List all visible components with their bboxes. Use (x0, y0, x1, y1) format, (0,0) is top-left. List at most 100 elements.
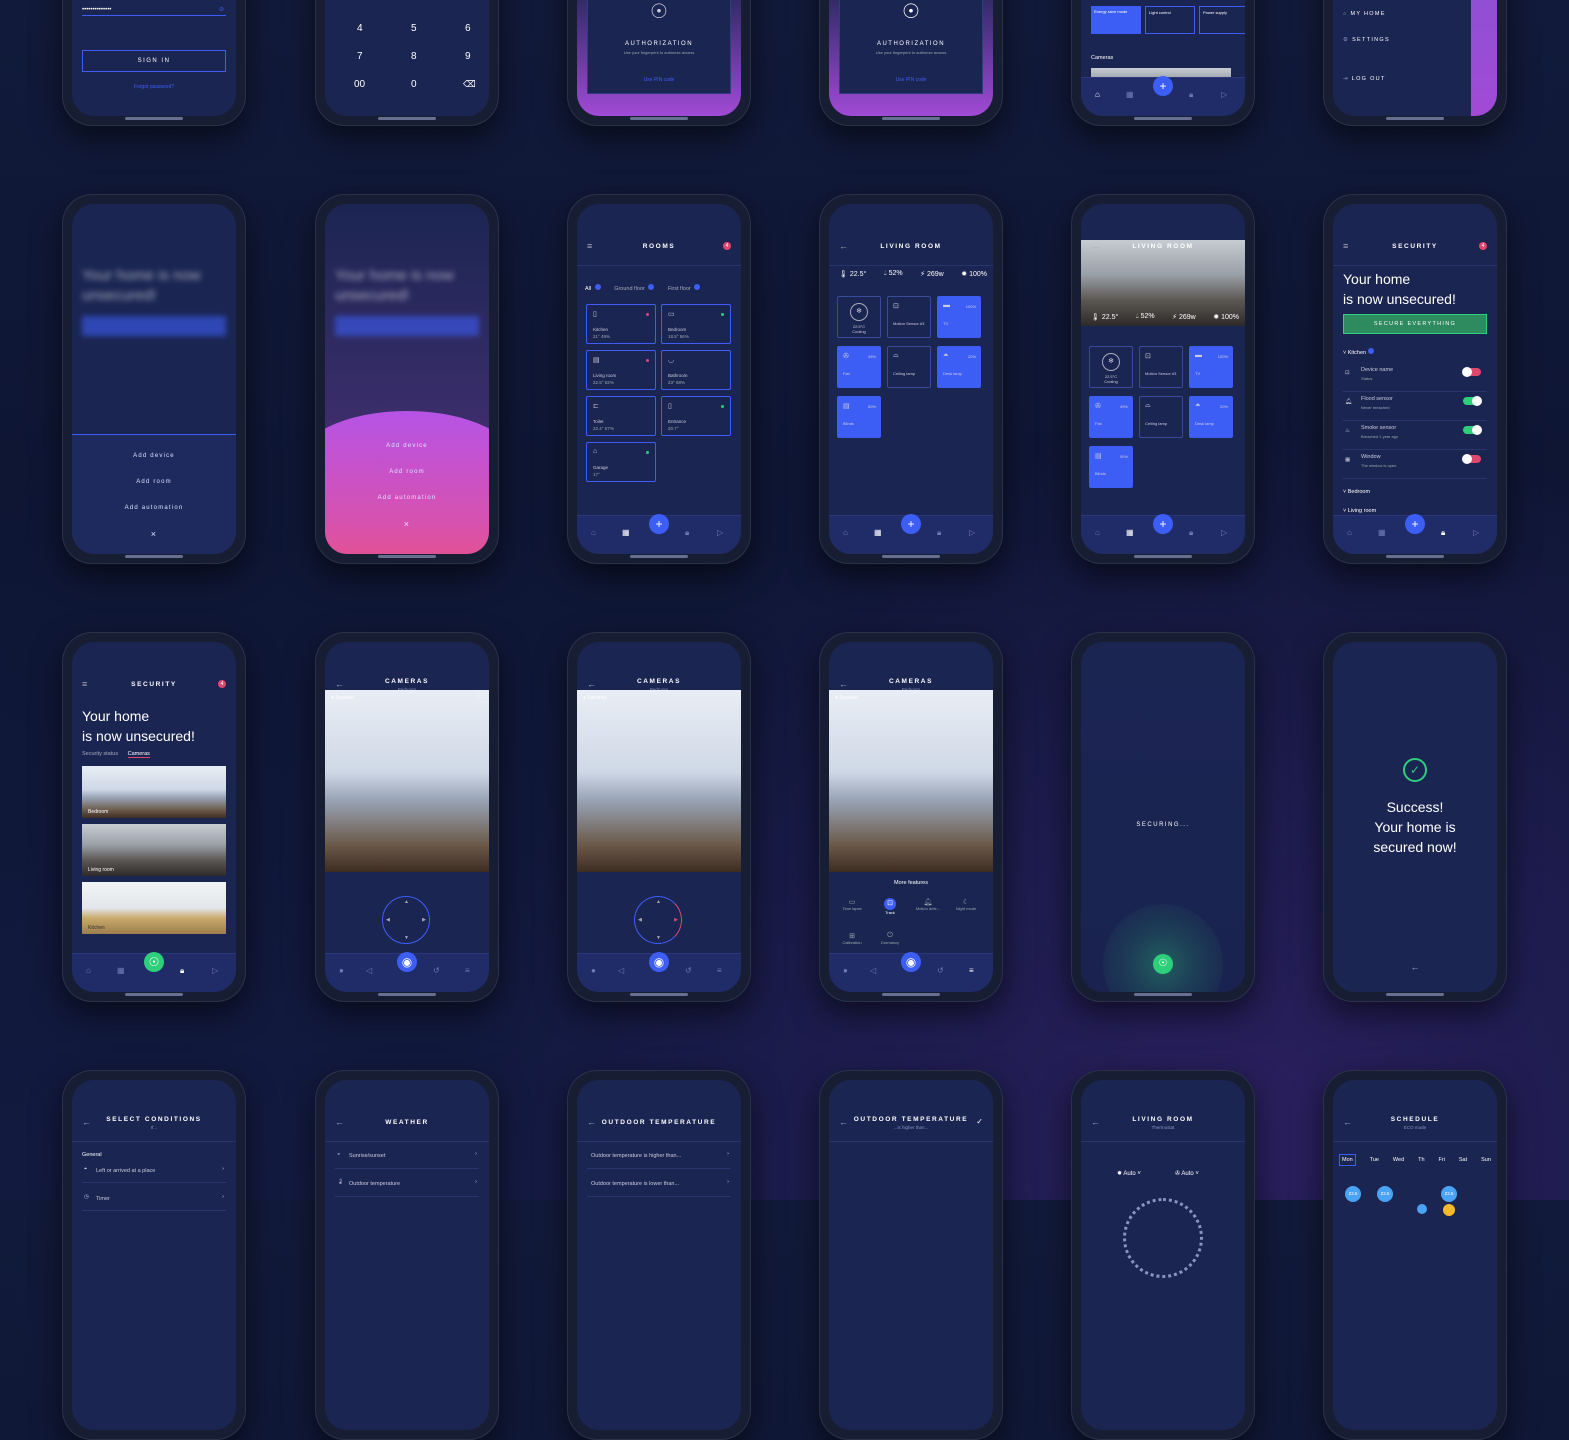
up-arrow-icon[interactable]: ▲ (656, 899, 661, 905)
mic-icon[interactable]: ● (843, 966, 848, 975)
notification-badge[interactable]: 4 (218, 680, 226, 688)
group-living-room[interactable]: ˅ Living room (1343, 508, 1376, 514)
camera-feed[interactable]: ● Secured (829, 690, 993, 872)
drawer-item-my-home[interactable]: ⌂ MY HOME (1343, 11, 1386, 17)
home-icon[interactable]: ⌂ (86, 966, 91, 975)
add-device-item[interactable]: Add device (325, 443, 489, 449)
key[interactable]: 7 (357, 51, 363, 62)
menu-icon[interactable]: ≡ (717, 966, 722, 975)
schedule-point[interactable] (1417, 1204, 1427, 1214)
key[interactable]: 5 (411, 23, 417, 34)
room-card-living-room[interactable]: ▤ Living room 22.5° 52% (586, 350, 656, 390)
rotate-icon[interactable]: ↺ (433, 966, 440, 975)
tab-ground-floor[interactable]: Ground floor (614, 286, 645, 292)
add-device-item[interactable]: Add device (72, 453, 236, 459)
tab-security-status[interactable]: Security status (82, 751, 118, 757)
key[interactable]: 6 (465, 23, 471, 34)
speaker-icon[interactable]: ◁ (870, 966, 876, 975)
close-icon[interactable]: × (72, 529, 236, 539)
group-kitchen[interactable]: ˅ Kitchen (1343, 348, 1374, 356)
drawer-item-settings[interactable]: ⚙ SETTINGS (1343, 37, 1390, 43)
feature-track[interactable]: ⊡ Track (875, 898, 905, 915)
day-thu[interactable]: Th (1418, 1154, 1424, 1166)
fan-select[interactable]: ✇ Auto ˅ (1175, 1170, 1199, 1177)
add-button[interactable]: + (901, 514, 921, 534)
left-arrow-icon[interactable]: ◀ (386, 917, 390, 923)
mic-icon[interactable]: ● (591, 966, 596, 975)
play-icon[interactable]: ▷ (717, 528, 723, 537)
device-tile-fan[interactable]: ✇ 49% Fan (837, 346, 881, 388)
feature-calibration[interactable]: ⊞ Calibration (837, 932, 867, 945)
camera-feed[interactable]: ● Secured (577, 690, 741, 872)
right-arrow-icon[interactable]: ▶ (674, 917, 678, 923)
add-room-item[interactable]: Add room (325, 469, 489, 475)
device-tile-tv[interactable]: ▬ 100% TV (1189, 346, 1233, 388)
camera-feed[interactable]: ● Secured ⛶ (325, 690, 489, 872)
device-tile-desk-lamp[interactable]: ⏶ 20% Desk lamp (937, 346, 981, 388)
lock-icon[interactable]: 🔒︎ (685, 528, 689, 538)
speaker-icon[interactable]: ◁ (618, 966, 624, 975)
group-bedroom[interactable]: ˅ Bedroom (1343, 489, 1370, 495)
use-pin-link[interactable]: Use PIN code (588, 77, 730, 83)
device-tile-motion[interactable]: ⊡ Motion Sensor #3 (887, 296, 931, 338)
add-button[interactable]: + (1405, 514, 1425, 534)
fingerprint-button[interactable]: ☉ (144, 952, 164, 972)
key[interactable]: 9 (465, 51, 471, 62)
toggle-switch[interactable] (1462, 454, 1481, 464)
use-pin-link[interactable]: Use PIN code (840, 77, 982, 83)
add-button[interactable]: + (1153, 514, 1173, 534)
key[interactable]: 0 (411, 79, 417, 90)
play-icon[interactable]: ▷ (969, 528, 975, 537)
device-tile-cooling[interactable]: ❄ 22.5°C Cooling (837, 296, 881, 338)
play-icon[interactable]: ▷ (1221, 528, 1227, 537)
lock-icon[interactable]: 🔒︎ (180, 966, 184, 976)
drawer-item-logout[interactable]: ⇥ LOG OUT (1343, 76, 1386, 82)
back-arrow-icon[interactable]: ← (1333, 962, 1497, 972)
camera-card-bedroom[interactable]: Bedroom (82, 766, 226, 818)
close-icon[interactable]: × (325, 519, 489, 529)
rooms-icon[interactable]: ▦ (1378, 528, 1386, 537)
rooms-icon[interactable]: ▦ (1126, 90, 1134, 99)
rotate-icon[interactable]: ↺ (685, 966, 692, 975)
eye-off-icon[interactable]: ⊘ (219, 6, 224, 13)
ptz-control[interactable]: ▲ ▼ ◀ ▶ (382, 896, 430, 944)
add-automation-item[interactable]: Add automation (325, 495, 489, 501)
fingerprint-icon[interactable]: ☉ (588, 0, 730, 24)
room-card-entrance[interactable]: ▯ Entrance 20.7° (661, 396, 731, 436)
ptz-control[interactable]: ▲ ▼ ◀ ▶ (634, 896, 682, 944)
home-icon[interactable]: ⌂ (1095, 90, 1100, 99)
toggle-switch[interactable] (1463, 425, 1482, 435)
fingerprint-button[interactable]: ☉ (1153, 954, 1173, 974)
thermostat-dial[interactable] (1123, 1198, 1203, 1278)
tab-first-floor[interactable]: First floor (668, 286, 691, 292)
menu-icon[interactable]: ≡ (465, 966, 470, 975)
fullscreen-icon[interactable]: ⛶ (478, 694, 483, 702)
device-tile-cooling[interactable]: ❄ 22.5°C Cooling (1089, 346, 1133, 388)
lock-icon[interactable]: 🔒︎ (1441, 528, 1445, 538)
device-tile-tv[interactable]: ▬ 100% TV (937, 296, 981, 338)
mode-card[interactable]: Energy save mode (1091, 6, 1141, 34)
room-card-bathroom[interactable]: ◡ Bathroom 23° 68% (661, 350, 731, 390)
secure-everything-button[interactable]: SECURE EVERYTHING (1343, 314, 1487, 334)
camera-card-living-room[interactable]: Living room (82, 824, 226, 876)
play-icon[interactable]: ▷ (1473, 528, 1479, 537)
rooms-icon[interactable]: ▦ (117, 966, 125, 975)
day-wed[interactable]: Wed (1393, 1154, 1404, 1166)
camera-card-kitchen[interactable]: Kitchen (82, 882, 226, 934)
forgot-password-link[interactable]: Forgot password? (72, 84, 236, 90)
device-tile-ceiling-lamp[interactable]: ⌓ Ceiling lamp (1139, 396, 1183, 438)
down-arrow-icon[interactable]: ▼ (656, 935, 661, 941)
device-tile-ceiling-lamp[interactable]: ⌓ Ceiling lamp (887, 346, 931, 388)
device-tile-blinds[interactable]: ▤ 50% Blinds (1089, 446, 1133, 488)
key[interactable]: 4 (357, 23, 363, 34)
lock-icon[interactable]: 🔒︎ (937, 528, 941, 538)
play-icon[interactable]: ▷ (1221, 90, 1227, 99)
camera-button[interactable]: ◉ (397, 952, 417, 972)
day-sun[interactable]: Sun (1481, 1154, 1491, 1166)
tab-all[interactable]: All (585, 286, 591, 292)
rotate-icon[interactable]: ↺ (937, 966, 944, 975)
mic-icon[interactable]: ● (339, 966, 344, 975)
left-arrow-icon[interactable]: ◀ (638, 917, 642, 923)
weather-item[interactable]: ◒ Sunrise/sunset › (335, 1146, 479, 1169)
sign-in-button[interactable]: SIGN IN (82, 50, 226, 72)
